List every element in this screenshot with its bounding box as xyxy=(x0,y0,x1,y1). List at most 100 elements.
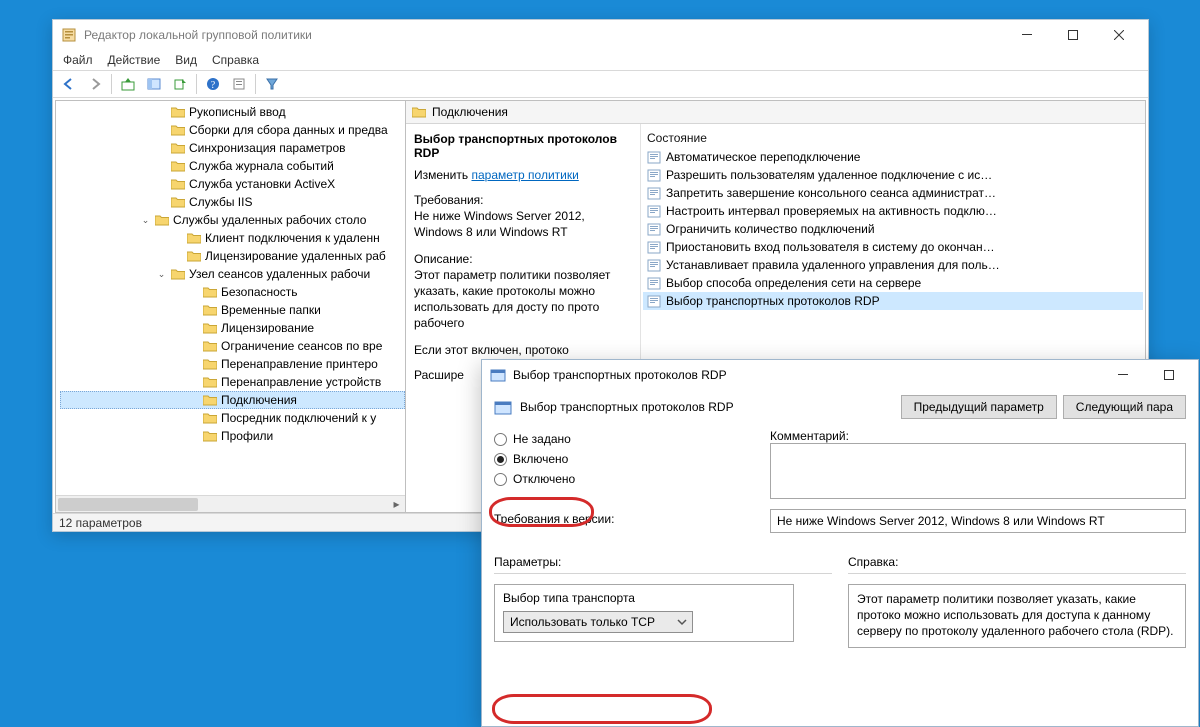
parameters-label: Параметры: xyxy=(494,555,832,569)
description-tail: Если этот включен, протоко xyxy=(414,342,632,358)
transport-type-combo[interactable]: Использовать только TCP xyxy=(503,611,693,633)
dialog-icon xyxy=(490,367,506,383)
help-button[interactable]: ? xyxy=(201,73,225,95)
tree-item[interactable]: Безопасность xyxy=(60,283,405,301)
setting-item[interactable]: Настроить интервал проверяемых на активн… xyxy=(643,202,1143,220)
tree-item[interactable]: ⌄Узел сеансов удаленных рабочи xyxy=(60,265,405,283)
requirements-label: Требования: xyxy=(414,193,484,207)
policy-setting-icon xyxy=(647,186,661,200)
tree-item[interactable]: Синхронизация параметров xyxy=(60,139,405,157)
dialog-maximize-button[interactable] xyxy=(1146,360,1192,390)
setting-item[interactable]: Ограничить количество подключений xyxy=(643,220,1143,238)
dialog-titlebar[interactable]: Выбор транспортных протоколов RDP xyxy=(482,360,1198,390)
edit-label: Изменить xyxy=(414,168,468,182)
tree-item[interactable]: Лицензирование удаленных раб xyxy=(60,247,405,265)
properties-button[interactable] xyxy=(227,73,251,95)
column-header-state[interactable]: Состояние xyxy=(643,128,1143,148)
tree-item[interactable]: Сборки для сбора данных и предва xyxy=(60,121,405,139)
tree-item[interactable]: Рукописный ввод xyxy=(60,103,405,121)
policy-setting-icon xyxy=(647,258,661,272)
close-button[interactable] xyxy=(1096,20,1142,50)
folder-icon xyxy=(203,340,217,352)
tree-pane[interactable]: Рукописный ввод Сборки для сбора данных и… xyxy=(55,100,406,513)
setting-item-label: Разрешить пользователям удаленное подклю… xyxy=(666,168,992,182)
forward-button[interactable] xyxy=(83,73,107,95)
next-setting-button[interactable]: Следующий пара xyxy=(1063,395,1186,419)
policy-setting-icon xyxy=(647,240,661,254)
policy-setting-icon xyxy=(647,276,661,290)
tree-item[interactable]: Перенаправление принтеро xyxy=(60,355,405,373)
tree-expander-icon[interactable]: ⌄ xyxy=(140,215,151,226)
combo-value: Использовать только TCP xyxy=(510,615,655,629)
tree-item-label: Синхронизация параметров xyxy=(189,141,346,155)
setting-item[interactable]: Разрешить пользователям удаленное подклю… xyxy=(643,166,1143,184)
tree-item[interactable]: Клиент подключения к удаленн xyxy=(60,229,405,247)
policy-setting-icon xyxy=(647,168,661,182)
folder-icon xyxy=(203,322,217,334)
titlebar[interactable]: Редактор локальной групповой политики xyxy=(53,20,1148,50)
radio-enabled[interactable]: Включено xyxy=(494,449,754,469)
up-button[interactable] xyxy=(116,73,140,95)
comment-textarea[interactable] xyxy=(770,443,1186,499)
setting-item[interactable]: Автоматическое переподключение xyxy=(643,148,1143,166)
back-button[interactable] xyxy=(57,73,81,95)
folder-icon xyxy=(171,142,185,154)
setting-item-label: Настроить интервал проверяемых на активн… xyxy=(666,204,997,218)
tree-item[interactable]: Перенаправление устройств xyxy=(60,373,405,391)
minimize-button[interactable] xyxy=(1004,20,1050,50)
chevron-down-icon xyxy=(676,616,688,628)
filter-button[interactable] xyxy=(260,73,284,95)
menu-help[interactable]: Справка xyxy=(212,53,259,67)
tree-item-label: Сборки для сбора данных и предва xyxy=(189,123,388,137)
tree-item[interactable]: Профили xyxy=(60,427,405,445)
tree-item[interactable]: Службы IIS xyxy=(60,193,405,211)
policy-title: Выбор транспортных протоколов RDP xyxy=(414,132,632,160)
tree-item[interactable]: Ограничение сеансов по вре xyxy=(60,337,405,355)
menu-action[interactable]: Действие xyxy=(108,53,161,67)
folder-icon xyxy=(171,268,185,280)
prev-setting-button[interactable]: Предыдущий параметр xyxy=(901,395,1057,419)
folder-icon xyxy=(203,358,217,370)
policy-setting-icon xyxy=(647,150,661,164)
edit-policy-link[interactable]: параметр политики xyxy=(471,168,578,182)
setting-item-label: Приостановить вход пользователя в систем… xyxy=(666,240,995,254)
scroll-right-icon[interactable]: ▸ xyxy=(388,497,405,512)
export-button[interactable] xyxy=(168,73,192,95)
tree-item[interactable]: Временные папки xyxy=(60,301,405,319)
tree-expander-icon[interactable]: ⌄ xyxy=(156,269,167,280)
setting-item-label: Автоматическое переподключение xyxy=(666,150,860,164)
setting-item[interactable]: Приостановить вход пользователя в систем… xyxy=(643,238,1143,256)
maximize-button[interactable] xyxy=(1050,20,1096,50)
setting-item-label: Ограничить количество подключений xyxy=(666,222,875,236)
folder-icon xyxy=(203,286,217,298)
tree-item-label: Служба установки ActiveX xyxy=(189,177,335,191)
radio-not-configured[interactable]: Не задано xyxy=(494,429,754,449)
menu-view[interactable]: Вид xyxy=(175,53,197,67)
tree-item[interactable]: ⌄Службы удаленных рабочих столо xyxy=(60,211,405,229)
dialog-subtitle-icon xyxy=(494,398,512,416)
setting-item[interactable]: Устанавливает правила удаленного управле… xyxy=(643,256,1143,274)
folder-icon xyxy=(187,232,201,244)
folder-icon xyxy=(412,106,426,118)
dialog-minimize-button[interactable] xyxy=(1100,360,1146,390)
scroll-thumb[interactable] xyxy=(58,498,198,511)
tree-hscrollbar[interactable]: ◂ ▸ xyxy=(56,495,405,512)
folder-icon xyxy=(203,376,217,388)
tree-item[interactable]: Посредник подключений к у xyxy=(60,409,405,427)
radio-label-enabled: Включено xyxy=(513,452,568,466)
tree-item[interactable]: Подключения xyxy=(60,391,405,409)
show-hide-tree-button[interactable] xyxy=(142,73,166,95)
tree-item[interactable]: Служба установки ActiveX xyxy=(60,175,405,193)
menu-file[interactable]: Файл xyxy=(63,53,93,67)
folder-icon xyxy=(171,124,185,136)
svg-text:?: ? xyxy=(211,80,216,91)
radio-disabled[interactable]: Отключено xyxy=(494,469,754,489)
setting-item[interactable]: Выбор способа определения сети на сервер… xyxy=(643,274,1143,292)
folder-icon xyxy=(187,250,201,262)
setting-item[interactable]: Выбор транспортных протоколов RDP xyxy=(643,292,1143,310)
tree-item-label: Клиент подключения к удаленн xyxy=(205,231,380,245)
setting-item[interactable]: Запретить завершение консольного сеанса … xyxy=(643,184,1143,202)
tree-item[interactable]: Служба журнала событий xyxy=(60,157,405,175)
folder-icon xyxy=(203,394,217,406)
tree-item[interactable]: Лицензирование xyxy=(60,319,405,337)
